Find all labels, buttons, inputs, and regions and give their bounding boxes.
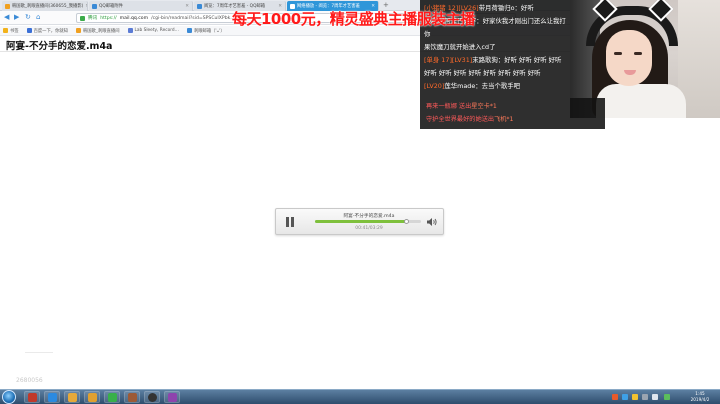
taskbar-app-game[interactable] <box>164 391 180 403</box>
tools-icon <box>127 392 137 402</box>
url-path: /cgi-bin/readmail?sid=SPSCuIXPbk… <box>151 15 235 21</box>
progress-fill <box>315 220 408 223</box>
taskbar-app-ie[interactable] <box>44 391 60 403</box>
chat-message: 果饮魔刀就开始进入cd了 <box>424 43 496 51</box>
taskbar-app-tools[interactable] <box>124 391 140 403</box>
tray-app-icon[interactable] <box>664 394 670 400</box>
forward-button[interactable]: ▶ <box>14 13 19 22</box>
gift-notice: 守护全世界最好的她送出飞机*1 <box>426 116 514 123</box>
gift-notice-panel: 再来一瓶娜 送出星空卡*1 守护全世界最好的她送出飞机*1 <box>420 98 605 129</box>
tab-close-icon[interactable]: ✕ <box>85 4 87 9</box>
taskbar-app-qq-music[interactable] <box>104 391 120 403</box>
page-icon <box>127 28 133 33</box>
divider <box>25 352 53 353</box>
tab-favicon-icon <box>5 3 10 9</box>
mail-icon <box>186 28 192 33</box>
refresh-button[interactable]: ↻ <box>25 13 31 22</box>
taskbar-clock[interactable]: 1:45 2019/4/2 <box>684 391 716 403</box>
ie-icon <box>47 392 57 402</box>
tray-app-icon[interactable] <box>632 394 638 400</box>
qq-music-icon <box>107 392 117 402</box>
gift-notice: 再来一瓶娜 送出星空卡*1 <box>426 103 497 110</box>
baidu-icon <box>26 28 32 33</box>
chat-message: [单身 17][LV31]末路歌狗：好听 好听 好听 好听 好听 好听 好听 好… <box>424 56 562 77</box>
promo-banner: 每天1000元，精灵盛典主播服装主播 <box>232 10 475 28</box>
stream-icon <box>75 28 81 33</box>
media-player-icon <box>27 392 37 402</box>
clock-date: 2019/4/2 <box>690 397 710 402</box>
room-watermark: 2680056 <box>16 377 43 384</box>
lock-icon <box>80 15 85 21</box>
bookmark-item[interactable]: 韩国歌_刺眼直播间 <box>75 28 120 34</box>
taskbar-app-media-player[interactable] <box>24 391 40 403</box>
bookmark-item[interactable]: Lab Sleety, Record… <box>127 28 179 33</box>
pause-button[interactable] <box>283 215 296 229</box>
pause-icon <box>285 217 289 227</box>
url-scheme: https:// <box>100 15 117 21</box>
progress-handle[interactable] <box>404 219 410 224</box>
player-track-title: 阿宴-不分手的恋爱.m4a <box>343 214 395 219</box>
tray-app-icon[interactable] <box>612 394 618 400</box>
taskbar-app-obs[interactable] <box>144 391 160 403</box>
tab-label: 韩国歌_刺眼直播间(360655_我播影) <box>12 4 84 9</box>
url-secure-label: 腾讯 <box>88 16 98 21</box>
tray-qq-icon[interactable] <box>622 394 628 400</box>
bookmark-item[interactable]: 刺眼邮箱（'ᴗ'） <box>186 28 225 34</box>
bookmark-item[interactable]: 书签 <box>3 28 19 34</box>
taskbar: 1:45 2019/4/2 <box>0 389 720 404</box>
qq-browser-icon <box>87 392 97 402</box>
tab-close-icon[interactable]: ✕ <box>185 4 189 9</box>
start-button[interactable] <box>2 390 16 404</box>
game-icon <box>167 392 177 402</box>
folder-icon <box>67 392 77 402</box>
tab-favicon-icon <box>197 3 202 9</box>
audio-player: 阿宴-不分手的恋爱.m4a 00:41/03:29 <box>275 208 444 235</box>
obs-icon <box>147 392 157 402</box>
tab-1[interactable]: 韩国歌_刺眼直播间(360655_我播影) ✕ <box>2 1 88 11</box>
home-button[interactable]: ⌂ <box>36 13 40 22</box>
url-host: mail.qq.com <box>119 15 149 21</box>
volume-icon[interactable] <box>426 216 438 228</box>
tray-network-icon[interactable] <box>642 394 648 400</box>
back-button[interactable]: ◀ <box>4 13 9 22</box>
bookmark-item[interactable]: 百度一下，你就知 <box>26 28 68 34</box>
chat-message: [LV20]莲华made：去当个歌手吧 <box>424 82 521 90</box>
taskbar-app-folder[interactable] <box>64 391 80 403</box>
tray-volume-icon[interactable] <box>652 394 658 400</box>
tab-label: QQ邮箱附件 <box>99 4 123 9</box>
page-title: 阿宴-不分手的恋爱.m4a <box>6 41 113 52</box>
tab-2[interactable]: QQ邮箱附件 ✕ <box>89 1 193 11</box>
taskbar-app-qq-browser[interactable] <box>84 391 100 403</box>
tab-favicon-icon <box>92 3 97 9</box>
player-time: 00:41/03:29 <box>355 226 383 231</box>
star-icon <box>3 28 8 33</box>
